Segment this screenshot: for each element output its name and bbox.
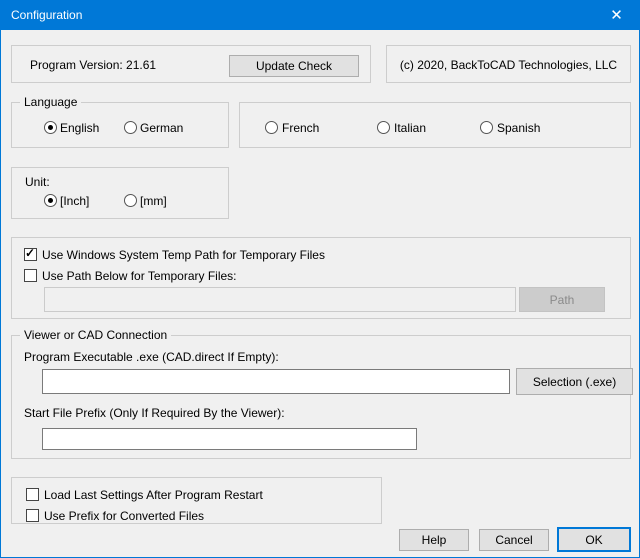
titlebar[interactable]: Configuration ✕ xyxy=(1,1,639,30)
temp-path-group: Use Windows System Temp Path for Tempora… xyxy=(11,237,631,319)
load-last-checkbox[interactable] xyxy=(26,488,39,501)
configuration-dialog: Configuration ✕ Program Version: 21.61 U… xyxy=(0,0,640,558)
program-executable-input[interactable] xyxy=(42,369,510,394)
program-executable-label: Program Executable .exe (CAD.direct If E… xyxy=(24,350,279,364)
help-button[interactable]: Help xyxy=(399,529,469,551)
radio-mm-label[interactable]: [mm] xyxy=(140,194,167,208)
radio-spanish-label[interactable]: Spanish xyxy=(497,121,540,135)
use-system-temp-checkbox[interactable] xyxy=(24,248,37,261)
options-group: Load Last Settings After Program Restart… xyxy=(11,477,382,524)
radio-spanish[interactable] xyxy=(480,121,493,134)
selection-exe-button[interactable]: Selection (.exe) xyxy=(516,368,633,395)
radio-german[interactable] xyxy=(124,121,137,134)
radio-mm[interactable] xyxy=(124,194,137,207)
use-path-below-checkbox[interactable] xyxy=(24,269,37,282)
ok-button[interactable]: OK xyxy=(557,527,631,552)
viewer-group: Viewer or CAD Connection Program Executa… xyxy=(11,335,631,459)
language-group: Language English German xyxy=(11,102,229,148)
radio-english-label[interactable]: English xyxy=(60,121,99,135)
program-version-label: Program Version: 21.61 xyxy=(30,58,156,72)
radio-german-label[interactable]: German xyxy=(140,121,183,135)
use-path-below-label[interactable]: Use Path Below for Temporary Files: xyxy=(42,269,237,283)
start-file-prefix-label: Start File Prefix (Only If Required By t… xyxy=(24,406,285,420)
radio-italian[interactable] xyxy=(377,121,390,134)
cancel-button[interactable]: Cancel xyxy=(479,529,549,551)
radio-inch[interactable] xyxy=(44,194,57,207)
unit-label: Unit: xyxy=(25,175,50,189)
update-check-button[interactable]: Update Check xyxy=(229,55,359,77)
radio-french[interactable] xyxy=(265,121,278,134)
start-file-prefix-input[interactable] xyxy=(42,428,417,450)
temp-path-input xyxy=(44,287,516,312)
version-group: Program Version: 21.61 Update Check xyxy=(11,45,371,83)
window-title: Configuration xyxy=(11,8,82,22)
radio-italian-label[interactable]: Italian xyxy=(394,121,426,135)
load-last-label[interactable]: Load Last Settings After Program Restart xyxy=(44,488,263,502)
radio-english[interactable] xyxy=(44,121,57,134)
use-prefix-label[interactable]: Use Prefix for Converted Files xyxy=(44,509,204,523)
viewer-legend: Viewer or CAD Connection xyxy=(20,328,171,342)
close-icon: ✕ xyxy=(610,7,623,24)
unit-group: Unit: [Inch] [mm] xyxy=(11,167,229,219)
copyright-text: (c) 2020, BackToCAD Technologies, LLC xyxy=(387,58,630,72)
path-button: Path xyxy=(519,287,605,312)
close-button[interactable]: ✕ xyxy=(594,1,639,30)
language-legend: Language xyxy=(20,95,81,109)
copyright-group: (c) 2020, BackToCAD Technologies, LLC xyxy=(386,45,631,83)
use-prefix-checkbox[interactable] xyxy=(26,509,39,522)
use-system-temp-label[interactable]: Use Windows System Temp Path for Tempora… xyxy=(42,248,325,262)
radio-inch-label[interactable]: [Inch] xyxy=(60,194,89,208)
language-extra-group: French Italian Spanish xyxy=(239,102,631,148)
radio-french-label[interactable]: French xyxy=(282,121,319,135)
